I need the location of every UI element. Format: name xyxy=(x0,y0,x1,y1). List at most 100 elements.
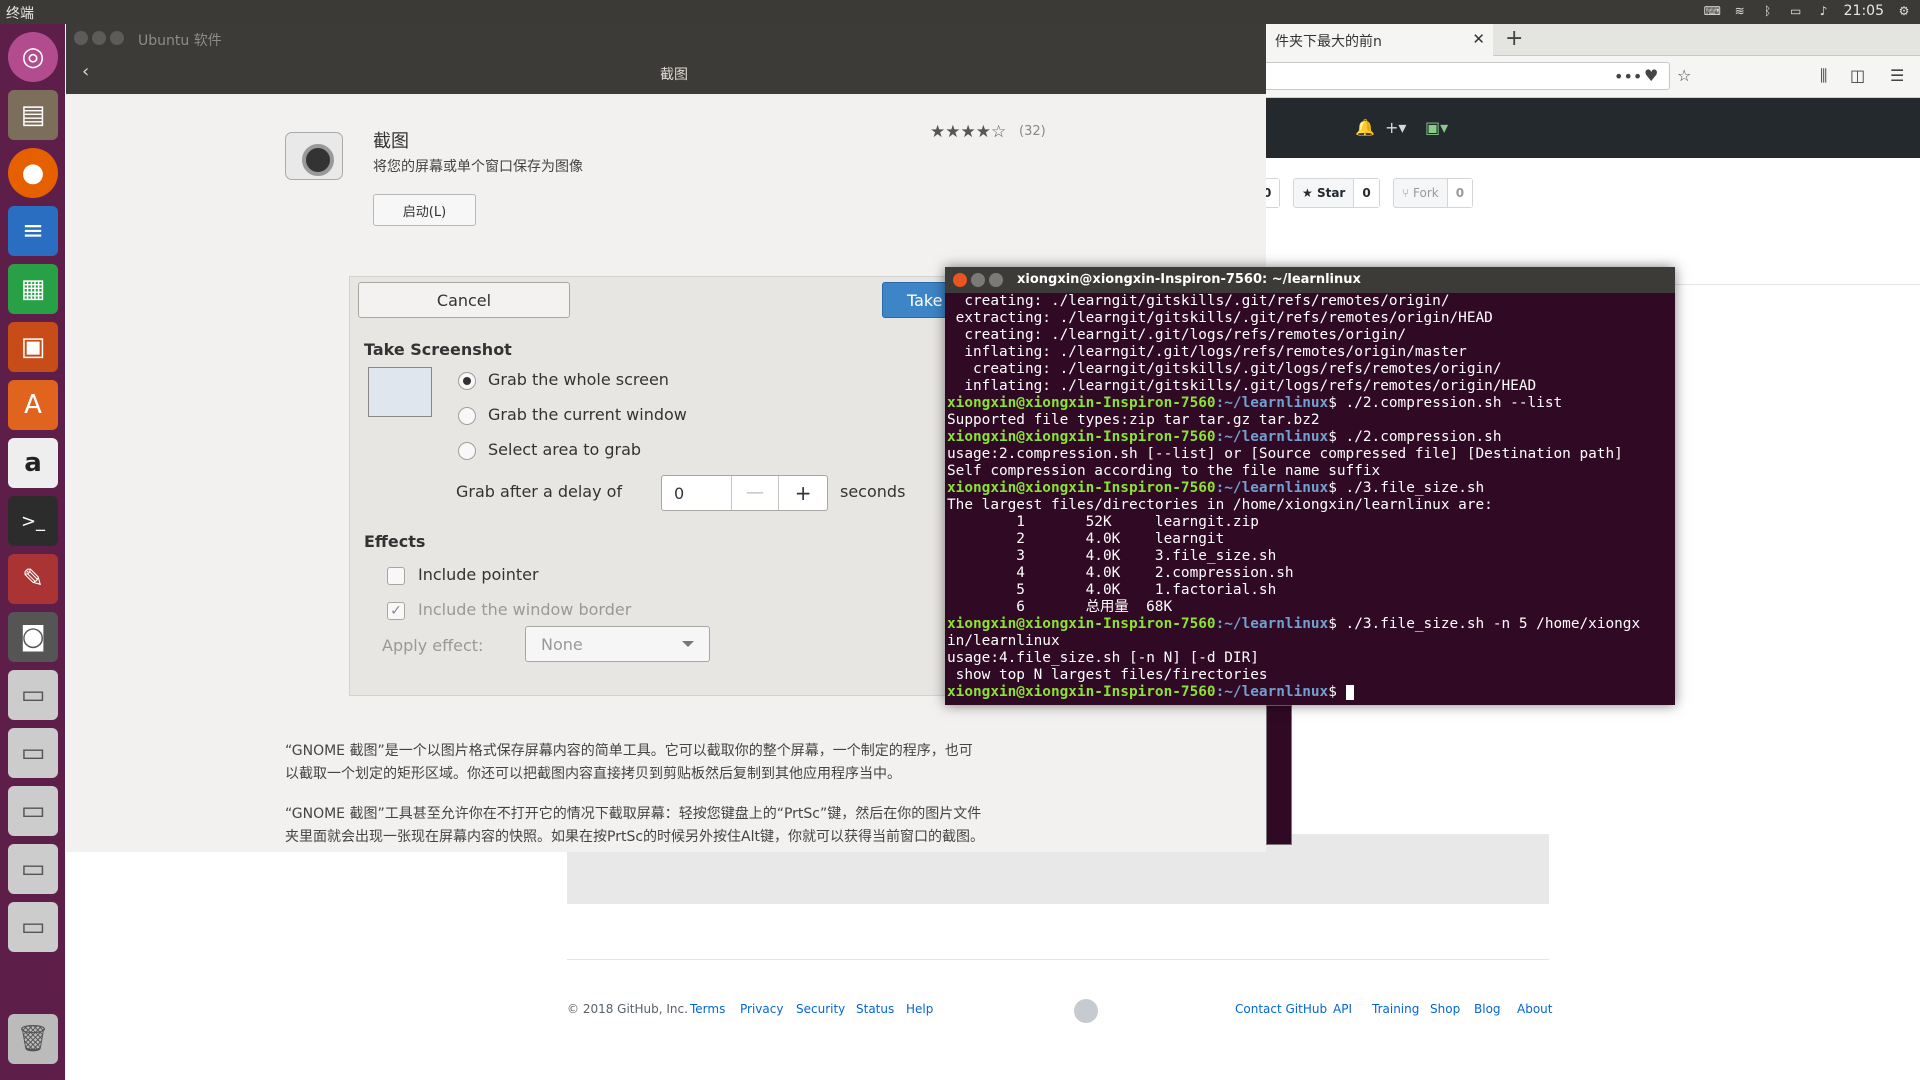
wifi-icon[interactable]: ≋ xyxy=(1732,4,1748,18)
ubuntu-dash-icon[interactable]: ◎ xyxy=(8,32,58,82)
pocket-icon[interactable]: ♥ xyxy=(1644,66,1658,85)
star-button[interactable]: ★ Star 0 xyxy=(1293,178,1380,208)
description-paragraph: “GNOME 截图”是一个以图片格式保存屏幕内容的简单工具。它可以截取你的整个屏… xyxy=(285,743,973,782)
command-text: $ xyxy=(1328,684,1346,700)
footer-link-privacy[interactable]: Privacy xyxy=(740,1002,783,1016)
chevron-down-icon xyxy=(682,641,694,647)
delay-label: Grab after a delay of xyxy=(456,482,623,501)
delay-input[interactable]: 0 xyxy=(662,476,732,510)
prompt-user: xiongxin@xiongxin-Inspiron-7560 xyxy=(947,480,1216,496)
page-actions-icon[interactable]: ••• xyxy=(1614,67,1642,86)
browser-tab[interactable]: 件夹下最大的前n ✕ xyxy=(1265,24,1493,56)
settings-icon[interactable]: ✎ xyxy=(8,554,58,604)
footer-link-shop[interactable]: Shop xyxy=(1430,1002,1460,1016)
clock[interactable]: 21:05 xyxy=(1844,3,1884,19)
prompt-user: xiongxin@xiongxin-Inspiron-7560 xyxy=(947,616,1216,632)
terminal-icon[interactable]: >_ xyxy=(8,496,58,546)
writer-icon[interactable]: ≡ xyxy=(8,206,58,256)
url-bar[interactable]: ••• ♥ xyxy=(1255,62,1670,90)
footer-link-terms[interactable]: Terms xyxy=(690,1002,725,1016)
keyboard-icon[interactable]: ⌨ xyxy=(1704,4,1721,18)
menu-icon[interactable]: ☰ xyxy=(1890,66,1904,85)
terminal-line: 5 4.0K 1.factorial.sh xyxy=(947,582,1277,598)
impress-icon[interactable]: ▣ xyxy=(8,322,58,372)
new-tab-icon[interactable]: + xyxy=(1505,26,1523,51)
cancel-button[interactable]: Cancel xyxy=(358,282,570,318)
command-text: $ ./2.compression.sh xyxy=(1328,429,1502,445)
fork-button[interactable]: ⑂ Fork 0 xyxy=(1393,178,1474,208)
sidebar-icon[interactable]: ◫ xyxy=(1850,66,1865,85)
amazon-icon[interactable]: a xyxy=(8,438,58,488)
bluetooth-icon[interactable]: ᛒ xyxy=(1760,4,1776,18)
maximize-window-icon[interactable] xyxy=(110,31,124,45)
screenshot-icon[interactable]: ◙ xyxy=(8,612,58,662)
option-label: Grab the whole screen xyxy=(488,370,669,389)
library-icon[interactable]: ⫼ xyxy=(1820,66,1827,86)
footer-link-help[interactable]: Help xyxy=(906,1002,933,1016)
prompt-path: :~/learnlinux xyxy=(1215,684,1329,700)
command-text: $ ./3.file_size.sh -n 5 /home/xiongx xyxy=(1328,616,1641,632)
files-icon[interactable]: ▤ xyxy=(8,90,58,140)
seconds-label: seconds xyxy=(840,482,906,501)
close-window-icon[interactable] xyxy=(953,273,967,287)
close-window-icon[interactable] xyxy=(74,31,88,45)
minimize-window-icon[interactable] xyxy=(971,273,985,287)
footer-link-about[interactable]: About xyxy=(1517,1002,1552,1016)
radio-current-window[interactable] xyxy=(458,407,476,425)
drive-icon[interactable]: ▭ xyxy=(8,670,58,720)
nav-bar: ••• ♥ ☆ ⫼ ◫ ☰ xyxy=(1255,56,1920,98)
description-paragraph: “GNOME 截图”工具甚至允许你在不打开它的情况下截取屏幕：轻按您键盘上的“P… xyxy=(285,806,984,845)
radio-whole-screen[interactable] xyxy=(458,372,476,390)
plus-dropdown-icon[interactable]: +▾ xyxy=(1385,118,1406,137)
tab-title: 件夹下最大的前n xyxy=(1275,34,1382,50)
back-arrow-icon[interactable]: ‹ xyxy=(82,61,89,82)
trash-icon[interactable]: 🗑 xyxy=(8,1014,58,1064)
github-logo-icon[interactable] xyxy=(1074,999,1098,1023)
active-app-title: 终端 xyxy=(6,6,34,22)
apply-effect-label: Apply effect: xyxy=(382,636,484,655)
footer-link-status[interactable]: Status xyxy=(856,1002,894,1016)
close-tab-icon[interactable]: ✕ xyxy=(1472,30,1485,48)
drive-icon[interactable]: ▭ xyxy=(8,844,58,894)
effect-dropdown[interactable]: None xyxy=(525,626,710,662)
copyright: © 2018 GitHub, Inc. xyxy=(567,1002,688,1016)
bookmark-star-icon[interactable]: ☆ xyxy=(1677,66,1691,85)
footer-link-blog[interactable]: Blog xyxy=(1474,1002,1501,1016)
calc-icon[interactable]: ▦ xyxy=(8,264,58,314)
decrement-button[interactable]: — xyxy=(732,476,780,510)
battery-icon[interactable]: ▭ xyxy=(1788,4,1804,18)
software-center-icon[interactable]: A xyxy=(8,380,58,430)
checkbox-label: Include pointer xyxy=(418,565,539,584)
footer-link-api[interactable]: API xyxy=(1333,1002,1352,1016)
review-count[interactable]: (32) xyxy=(1019,124,1046,139)
drive-icon[interactable]: ▭ xyxy=(8,902,58,952)
footer-link-contact[interactable]: Contact GitHub xyxy=(1235,1002,1327,1016)
terminal-output[interactable]: creating: ./learngit/gitskills/.git/refs… xyxy=(945,293,1675,705)
rating-stars-icon: ★★★★☆ xyxy=(930,122,1007,142)
terminal-line: xiongxin@xiongxin-Inspiron-7560:~/learnl… xyxy=(947,684,1675,701)
radio-select-area[interactable] xyxy=(458,442,476,460)
drive-icon[interactable]: ▭ xyxy=(8,728,58,778)
maximize-window-icon[interactable] xyxy=(989,273,1003,287)
drive-icon[interactable]: ▭ xyxy=(8,786,58,836)
include-border-checkbox[interactable]: ✓ xyxy=(387,602,405,620)
prompt-path: :~/learnlinux xyxy=(1215,616,1329,632)
prompt-user: xiongxin@xiongxin-Inspiron-7560 xyxy=(947,395,1216,411)
include-pointer-checkbox[interactable] xyxy=(387,567,405,585)
bell-icon[interactable]: 🔔 xyxy=(1355,118,1375,137)
launch-button[interactable]: 启动(L) xyxy=(373,194,476,226)
firefox-icon[interactable]: ● xyxy=(8,148,58,198)
volume-icon[interactable]: ♪ xyxy=(1816,4,1832,18)
terminal-window: xiongxin@xiongxin-Inspiron-7560: ~/learn… xyxy=(945,267,1675,705)
gear-icon[interactable]: ⚙ xyxy=(1896,4,1912,18)
avatar[interactable]: ▣▾ xyxy=(1425,118,1448,137)
command-text: $ ./2.compression.sh --list xyxy=(1328,395,1563,411)
footer-link-training[interactable]: Training xyxy=(1372,1002,1419,1016)
terminal-line: Supported file types:zip tar tar.gz tar.… xyxy=(947,412,1320,428)
delay-spinbox: 0 — + xyxy=(661,475,828,511)
terminal-line: show top N largest files/firectories xyxy=(947,667,1268,683)
minimize-window-icon[interactable] xyxy=(92,31,106,45)
footer-link-security[interactable]: Security xyxy=(796,1002,845,1016)
top-panel: 终端 ⌨ ≋ ᛒ ▭ ♪ 21:05 ⚙ xyxy=(0,0,1920,24)
increment-button[interactable]: + xyxy=(779,476,827,510)
